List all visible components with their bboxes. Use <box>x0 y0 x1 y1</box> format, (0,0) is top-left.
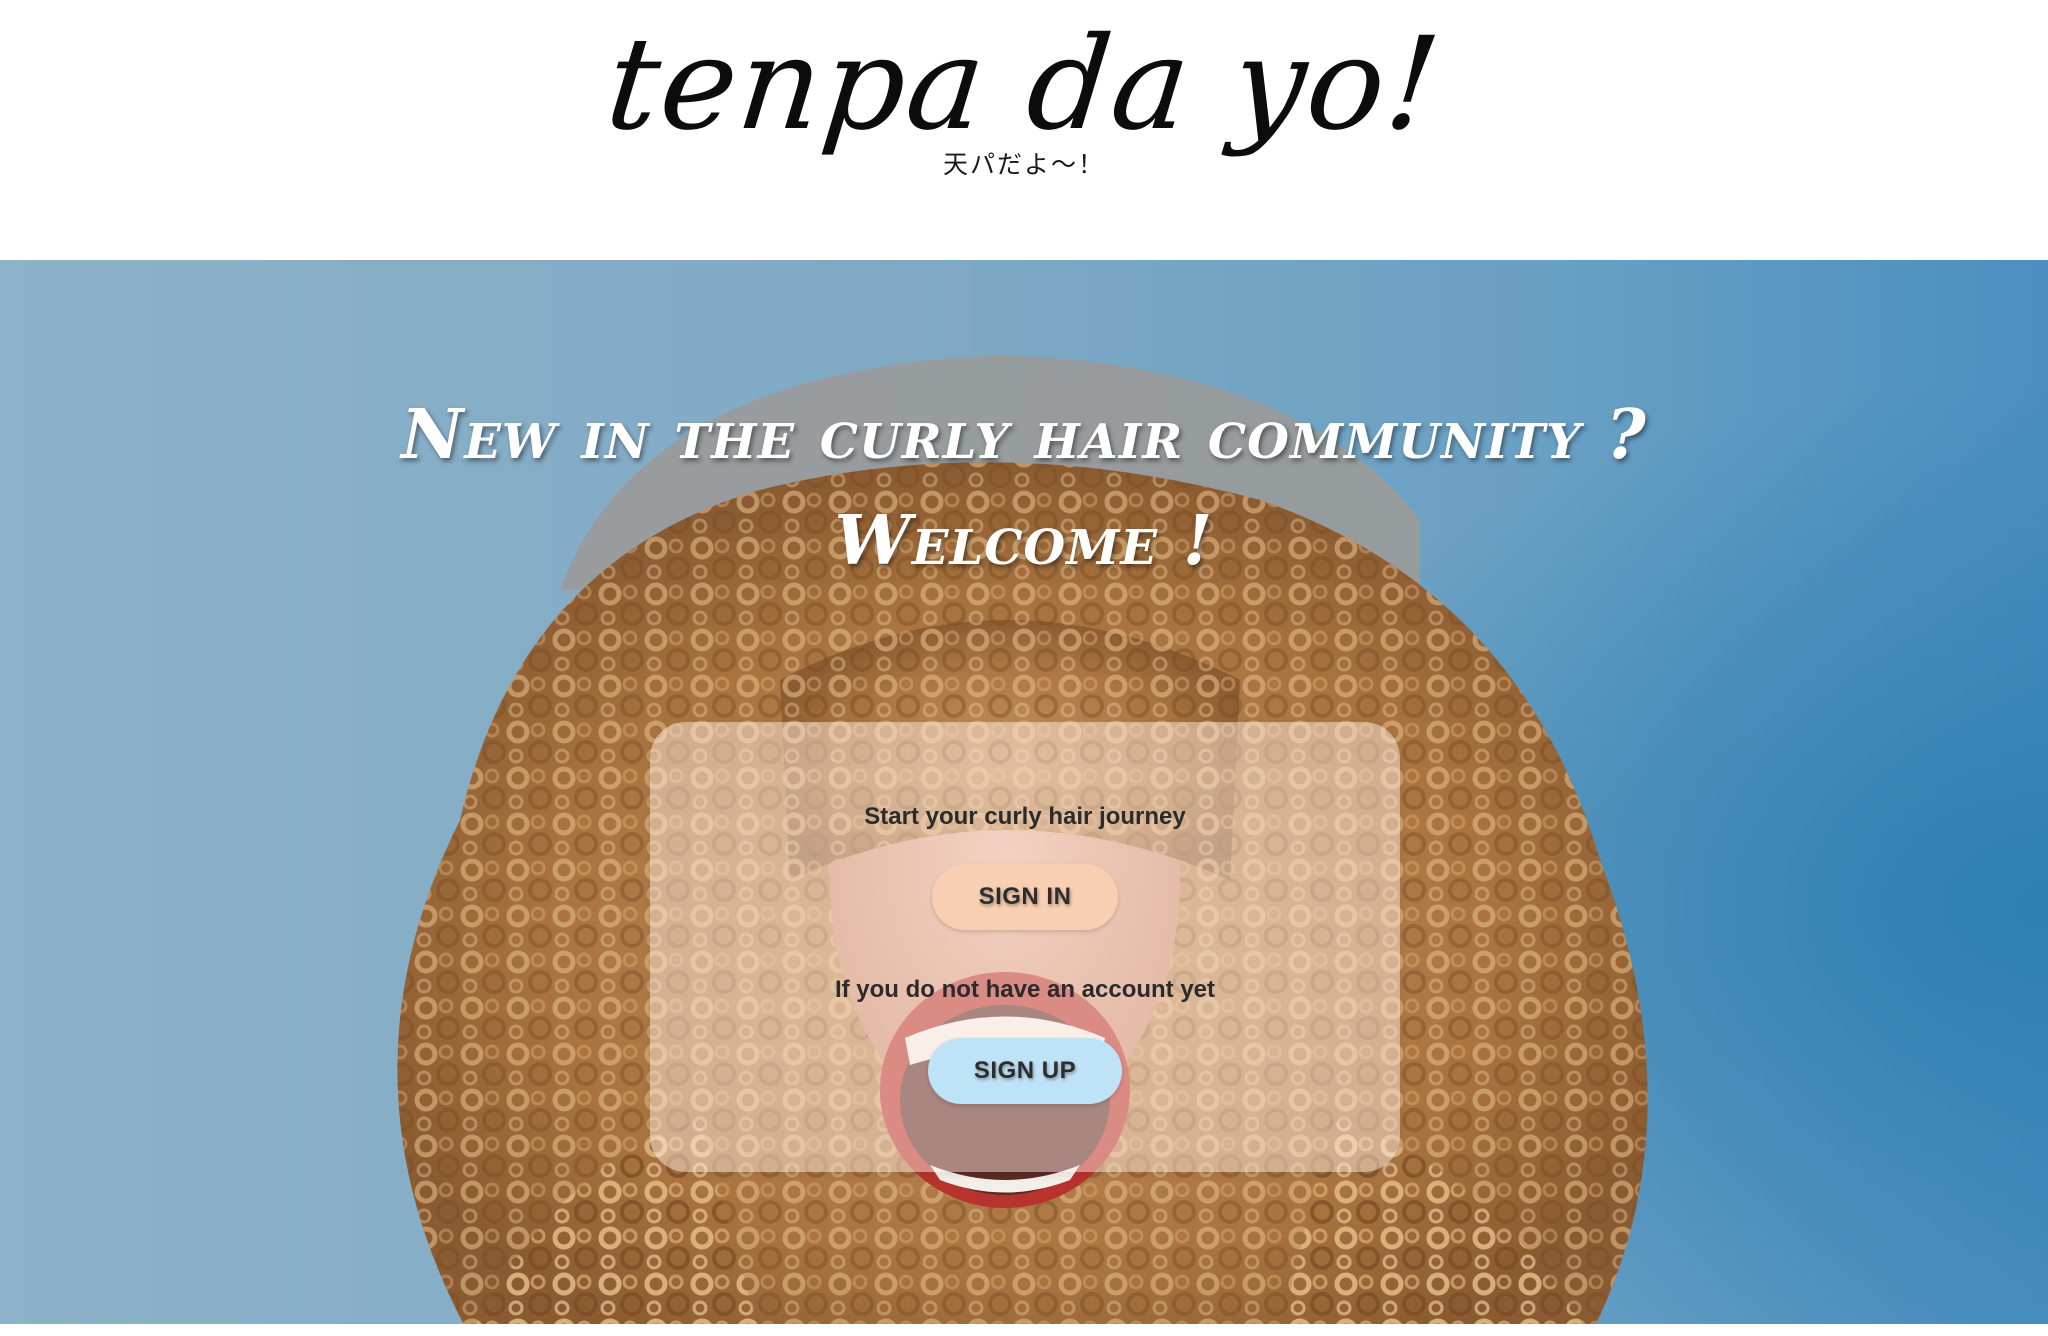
start-journey-text: Start your curly hair journey <box>864 803 1186 830</box>
site-header: tenpa da yo! 天パだよ～！ <box>0 0 2048 260</box>
hero-welcome: Welcome ! <box>834 501 1214 581</box>
hero-heading: New in the curly hair community ? <box>401 395 1647 475</box>
site-logo[interactable]: tenpa da yo! <box>0 10 2048 160</box>
site-subtitle: 天パだよ～！ <box>942 150 1105 179</box>
sign-in-button[interactable]: SIGN IN <box>932 864 1118 930</box>
landing-page: tenpa da yo! 天パだよ～！ New in the curly hai… <box>0 0 2048 1336</box>
sign-up-button[interactable]: SIGN UP <box>928 1038 1122 1104</box>
hero-section: New in the curly hair community ? Welcom… <box>0 260 2048 1336</box>
no-account-text: If you do not have an account yet <box>834 976 1216 1003</box>
page-bottom-strip <box>0 1324 2048 1336</box>
auth-card: Start your curly hair journey SIGN IN If… <box>650 722 1400 1172</box>
